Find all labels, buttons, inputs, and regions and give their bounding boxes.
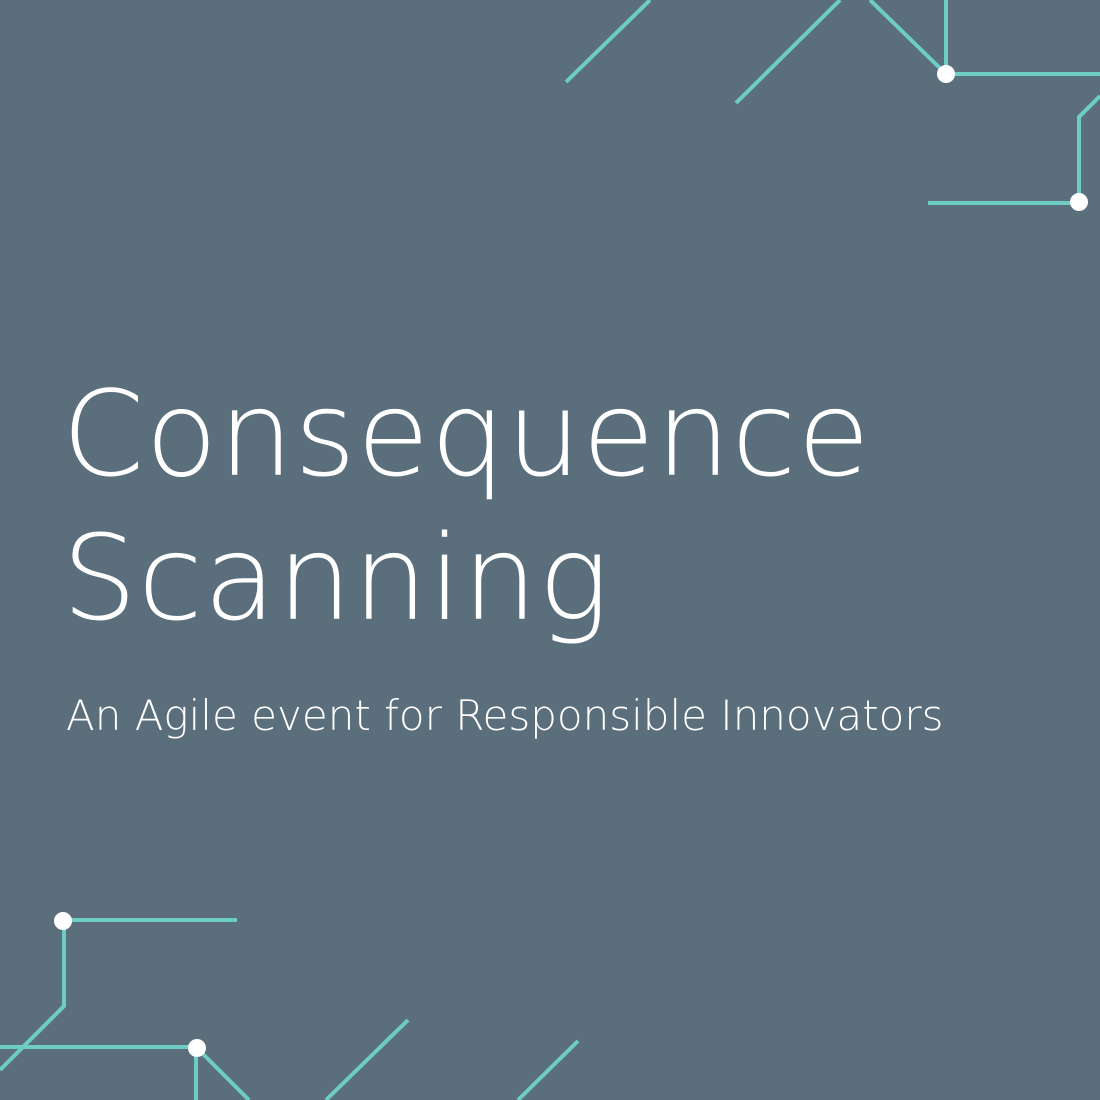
circuit-node: [937, 65, 955, 83]
circuit-node: [1070, 193, 1088, 211]
circuit-line: [868, 0, 1100, 76]
circuit-line: [516, 1039, 580, 1100]
circuit-line: [734, 0, 842, 105]
circuit-node: [54, 912, 72, 930]
circuit-node: [188, 1039, 206, 1057]
title-line-2: Scanning: [62, 509, 611, 647]
circuit-line: [0, 1045, 251, 1100]
page: { "title": { "line1": "Consequence", "li…: [0, 0, 1100, 1100]
top-right-circuit: [564, 0, 1100, 211]
circuit-line: [324, 1018, 410, 1100]
title-line-1: Consequence: [62, 365, 871, 503]
bottom-left-circuit: [0, 912, 580, 1100]
subtitle: An Agile event for Responsible Innovator…: [66, 691, 944, 740]
circuit-line: [564, 0, 652, 84]
circuit-line: [1077, 94, 1100, 201]
page-title: Consequence Scanning: [62, 362, 871, 650]
